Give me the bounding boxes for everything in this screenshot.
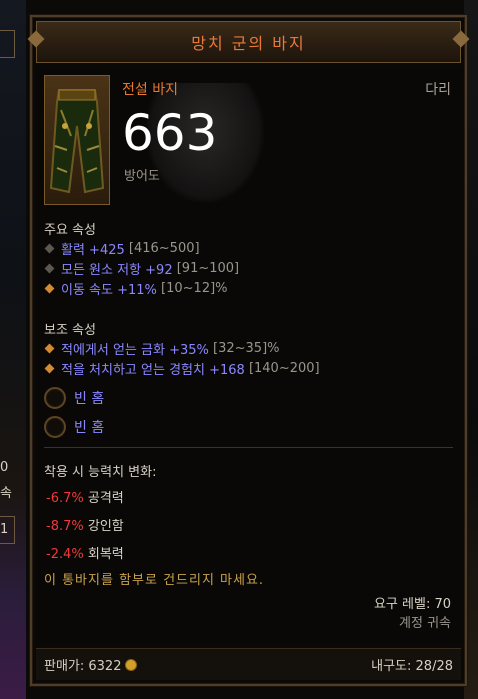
stat-value: 적에게서 얻는 금화 +35% — [61, 343, 209, 358]
attribute-delta: -2.4% — [46, 547, 84, 562]
socket-label: 빈 홈 — [74, 391, 105, 407]
stat-bullet-icon — [44, 283, 55, 294]
tooltip-footer: 판매가: 6322 내구도: 28/28 — [36, 648, 461, 680]
required-level: 요구 레벨: 70 — [373, 597, 451, 612]
attribute-delta: -6.7% — [46, 491, 84, 506]
empty-socket: 빈 홈 — [44, 416, 104, 438]
stat-range: [140~200] — [248, 361, 320, 376]
stat-value: 모든 원소 저항 +92 — [61, 263, 173, 278]
armor-label: 방어도 — [124, 169, 160, 184]
attribute-name: 강인함 — [87, 519, 124, 534]
empty-socket: 빈 홈 — [44, 387, 104, 409]
primary-heading: 주요 속성 — [44, 223, 96, 238]
primary-stat: 모든 원소 저항 +92 [91~100] — [44, 259, 239, 278]
flavor-text: 이 통바지를 함부로 건드리지 마세요. — [44, 573, 265, 588]
primary-stat: 활력 +425 [416~500] — [44, 239, 200, 258]
background-number: 0 — [0, 460, 9, 475]
attribute-change-item: -8.7% 강인함 — [46, 515, 124, 534]
stat-bullet-icon — [44, 263, 55, 274]
tooltip-title-bar: 망치 군의 바지 — [36, 21, 461, 63]
sell-price: 판매가: 6322 — [44, 655, 138, 674]
stat-range: [10~12]% — [161, 281, 228, 296]
section-divider — [44, 447, 453, 448]
background-panel-edge — [0, 30, 15, 58]
item-image — [44, 75, 110, 205]
primary-stat: 이동 속도 +11% [10~12]% — [44, 279, 228, 298]
armor-value: 663 — [122, 104, 218, 162]
stat-bullet-icon — [44, 363, 55, 374]
attribute-name: 공격력 — [87, 491, 124, 506]
attribute-change-item: -2.4% 회복력 — [46, 543, 124, 562]
attribute-change-heading: 착용 시 능력치 변화: — [44, 465, 157, 480]
stat-value: 이동 속도 +11% — [61, 283, 157, 298]
stat-range: [416~500] — [128, 241, 200, 256]
item-name: 망치 군의 바지 — [191, 34, 306, 53]
item-slot: 다리 — [425, 82, 451, 98]
socket-icon — [44, 387, 66, 409]
background-panel-edge — [0, 516, 15, 544]
secondary-heading: 보조 속성 — [44, 323, 96, 338]
socket-icon — [44, 416, 66, 438]
durability: 내구도: 28/28 — [371, 659, 453, 674]
background-text: 속 — [0, 486, 12, 501]
stat-value: 적을 처치하고 얻는 경험치 +168 — [61, 363, 245, 378]
sell-price-text: 판매가: 6322 — [44, 659, 122, 674]
attribute-name: 회복력 — [87, 547, 124, 562]
secondary-stat: 적을 처치하고 얻는 경험치 +168 [140~200] — [44, 359, 320, 378]
stat-range: [91~100] — [176, 261, 240, 276]
item-tooltip: 망치 군의 바지 전설 바지 다리 663 방어도 주요 속성 활력 +425 … — [30, 15, 467, 686]
stat-bullet-icon — [44, 343, 55, 354]
attribute-delta: -8.7% — [46, 519, 84, 534]
stat-range: [32~35]% — [213, 341, 280, 356]
account-bound-label: 계정 귀속 — [399, 616, 451, 631]
gold-coin-icon — [125, 659, 138, 671]
item-rarity-type: 전설 바지 — [122, 82, 178, 98]
stat-value: 활력 +425 — [61, 243, 125, 258]
pants-icon — [49, 89, 105, 194]
attribute-change-item: -6.7% 공격력 — [46, 487, 124, 506]
stat-bullet-icon — [44, 243, 55, 254]
tooltip-body: 전설 바지 다리 663 방어도 주요 속성 활력 +425 [416~500]… — [36, 69, 461, 644]
secondary-stat: 적에게서 얻는 금화 +35% [32~35]% — [44, 339, 280, 358]
background-left-panel: 0 속 1 — [0, 0, 26, 699]
socket-label: 빈 홈 — [74, 420, 105, 436]
